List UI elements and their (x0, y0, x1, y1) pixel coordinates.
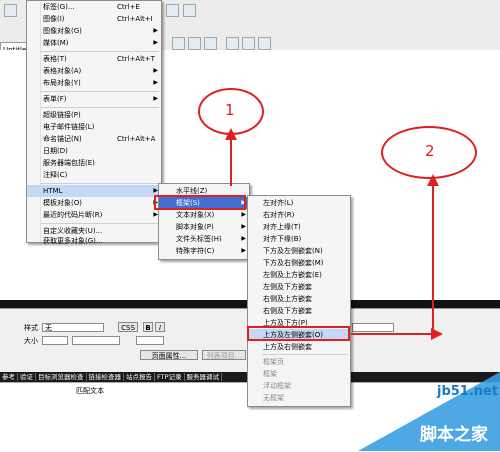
watermark-url: jb51.net (437, 384, 499, 399)
watermark-site-name: 脚本之家 (420, 425, 488, 445)
